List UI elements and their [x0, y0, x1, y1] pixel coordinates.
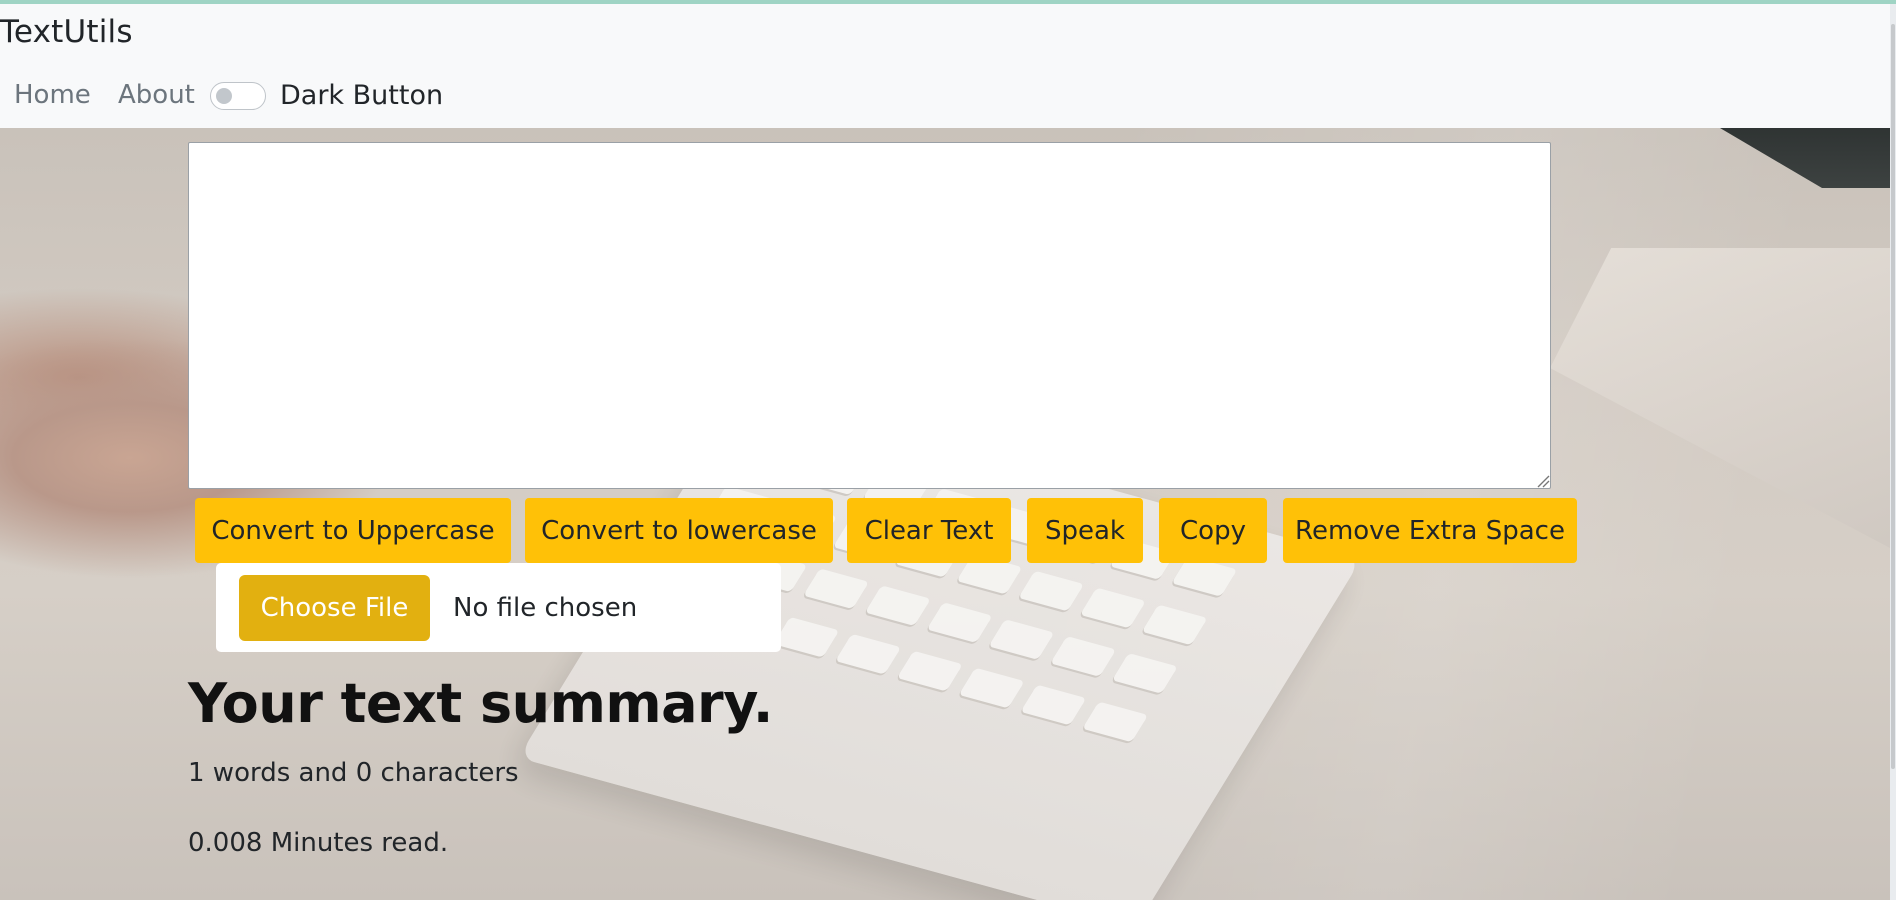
keyboard-key [835, 633, 902, 675]
keyboard-key [1082, 701, 1149, 743]
background-photo-monitor [1550, 248, 1890, 548]
keyboard-key [1020, 684, 1087, 726]
copy-button[interactable]: Copy [1159, 498, 1267, 563]
file-status-text: No file chosen [453, 593, 638, 623]
dark-mode-toggle-label[interactable]: Dark Button [280, 80, 443, 111]
main-content: Convert to Uppercase Convert to lowercas… [0, 128, 1890, 900]
lowercase-button[interactable]: Convert to lowercase [525, 498, 833, 563]
brand-logo-text[interactable]: TextUtils [0, 14, 133, 50]
clear-text-button[interactable]: Clear Text [847, 498, 1011, 563]
file-input[interactable]: Choose File No file chosen [216, 563, 781, 652]
summary-heading: Your text summary. [188, 672, 773, 735]
background-photo-corner [1720, 128, 1890, 188]
keyboard-key [1141, 604, 1208, 646]
navbar: TextUtils Home About Dark Button [0, 4, 1890, 128]
read-time: 0.008 Minutes read. [188, 828, 449, 858]
speak-button[interactable]: Speak [1027, 498, 1143, 563]
keyboard-key [1050, 636, 1117, 677]
toggle-knob [216, 88, 232, 104]
keyboard-key [1111, 653, 1178, 694]
page-scrollbar[interactable] [1890, 4, 1896, 900]
word-character-count: 1 words and 0 characters [188, 758, 519, 788]
resize-grip-icon[interactable] [1536, 474, 1550, 488]
uppercase-button[interactable]: Convert to Uppercase [195, 498, 511, 563]
keyboard-key [896, 650, 963, 692]
keyboard-key [864, 585, 931, 627]
nav-link-about[interactable]: About [118, 80, 195, 110]
keyboard-key [1018, 570, 1085, 612]
choose-file-button[interactable]: Choose File [239, 575, 430, 641]
keyboard-key [803, 568, 870, 610]
keyboard-key [773, 616, 840, 658]
text-input-area[interactable] [188, 142, 1551, 489]
keyboard-key [1079, 587, 1146, 629]
scrollbar-thumb[interactable] [1891, 24, 1895, 769]
dark-mode-toggle[interactable] [210, 82, 266, 110]
remove-extra-space-button[interactable]: Remove Extra Space [1283, 498, 1577, 563]
nav-link-home[interactable]: Home [14, 80, 91, 110]
keyboard-key [988, 619, 1055, 660]
keyboard-key [926, 602, 993, 643]
keyboard-key [958, 667, 1025, 709]
